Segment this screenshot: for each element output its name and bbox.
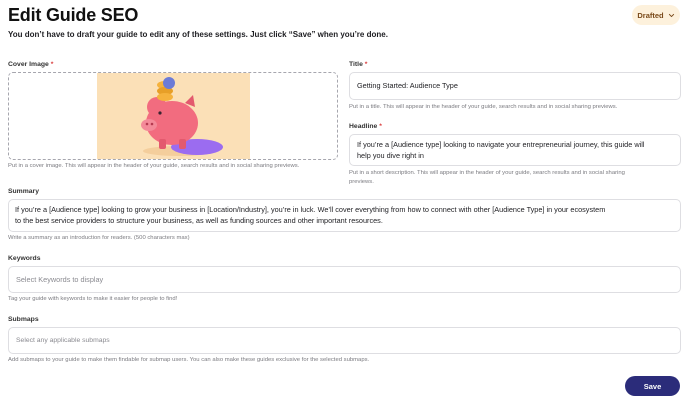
submaps-label: Submaps (8, 316, 39, 323)
submaps-helper: Add submaps to your guide to make them f… (8, 357, 370, 363)
submaps-select[interactable]: Select any applicable submaps (8, 327, 681, 354)
page-title: Edit Guide SEO (8, 5, 139, 25)
status-dropdown[interactable]: Drafted (632, 5, 680, 25)
keywords-label: Keywords (8, 255, 41, 262)
title-value: Getting Started: Audience Type (357, 81, 458, 90)
keywords-helper: Tag your guide with keywords to make it … (8, 296, 178, 302)
cover-image-helper: Put in a cover image. This will appear i… (8, 163, 300, 169)
page-subtitle: You don’t have to draft your guide to ed… (8, 30, 388, 39)
summary-value-line-1: If you’re a [Audience type] looking to g… (15, 205, 606, 214)
keywords-select[interactable]: Select Keywords to display (8, 266, 681, 293)
cover-image-label: Cover Image * (8, 61, 54, 68)
title-input[interactable]: Getting Started: Audience Type (349, 72, 681, 100)
summary-textarea[interactable]: If you’re a [Audience type] looking to g… (8, 199, 681, 232)
cover-image-preview (97, 73, 250, 159)
headline-value-line-1: If you’re a [Audience type] looking to n… (357, 140, 645, 149)
required-mark: * (379, 123, 382, 130)
submaps-placeholder: Select any applicable submaps (16, 337, 110, 344)
required-mark: * (50, 61, 54, 68)
title-helper: Put in a title. This will appear in the … (349, 104, 618, 110)
headline-label: Headline * (349, 123, 382, 130)
piggy-bank-illustration (97, 73, 250, 159)
required-mark: * (364, 61, 368, 68)
status-label: Drafted (637, 10, 664, 20)
headline-helper-line-1: Put in a short description. This will ap… (349, 170, 625, 176)
summary-label: Summary (8, 188, 39, 195)
headline-value-line-2: help you dive right in (357, 151, 424, 160)
summary-helper: Write a summary as an introduction for r… (8, 235, 190, 241)
headline-helper-line-2: previews. (349, 179, 374, 185)
cover-image-dropzone[interactable] (8, 72, 338, 160)
title-label: Title * (349, 61, 368, 68)
save-button[interactable]: Save (625, 376, 680, 396)
summary-value-line-2: to the best service providers to structu… (15, 216, 383, 225)
headline-textarea[interactable]: If you’re a [Audience type] looking to n… (349, 134, 681, 166)
chevron-down-icon (668, 13, 674, 17)
keywords-placeholder: Select Keywords to display (16, 275, 104, 284)
